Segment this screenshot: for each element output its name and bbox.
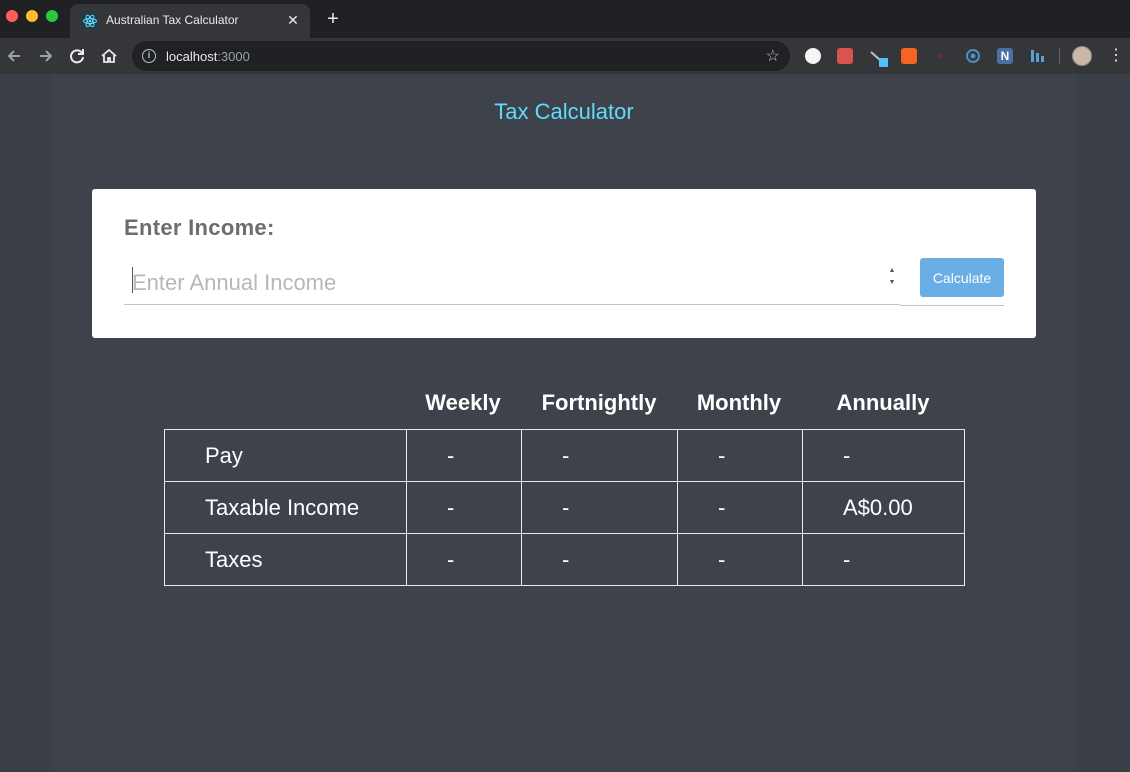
minimize-window-button[interactable] [26,10,38,22]
browser-tabstrip: Australian Tax Calculator ✕ + [0,0,1130,38]
avatar[interactable] [1072,46,1092,66]
forward-button[interactable] [34,45,56,67]
extension-orange-icon[interactable] [901,48,917,64]
table-cell: - [677,429,803,482]
table-cell: A$0.00 [802,481,965,534]
row-label: Pay [164,429,407,482]
maximize-window-button[interactable] [46,10,58,22]
star-icon[interactable]: ☆ [766,46,780,66]
page-title: Tax Calculator [494,99,634,124]
browser-toolbar: i localhost:3000 ☆ N ⋮ [0,38,1130,74]
home-button[interactable] [98,45,120,67]
extension-red-icon[interactable] [837,48,853,64]
table-cell: - [521,429,678,482]
close-icon[interactable]: ✕ [284,11,302,29]
back-button[interactable] [4,45,26,67]
calculate-button[interactable]: Calculate [920,258,1004,297]
reload-button[interactable] [66,45,88,67]
table-row-pay: Pay - - - - [164,429,965,482]
table-cell: - [406,481,522,534]
table-cell: - [677,533,803,586]
table-cell: - [406,429,522,482]
table-row-taxes: Taxes - - - - [164,533,965,586]
table-cell: - [802,429,965,482]
tab-title: Australian Tax Calculator [106,13,239,27]
income-label: Enter Income: [124,215,275,240]
extension-n-icon[interactable]: N [997,48,1013,64]
row-label: Taxes [164,533,407,586]
extension-compass-icon[interactable] [805,48,821,64]
tax-results-table: Pay - - - - Taxable Income - - - A$0.00 … [164,429,965,586]
column-header-fortnightly: Fortnightly [541,390,657,415]
extension-pen-icon[interactable] [869,48,888,67]
table-cell: - [677,481,803,534]
react-icon [82,13,98,29]
table-cell: - [406,533,522,586]
page-viewport: Tax Calculator Enter Income: ▲ ▼ Calcula… [0,74,1130,772]
address-bar[interactable]: i localhost:3000 ☆ [132,41,790,71]
table-cell: - [521,481,678,534]
table-row-taxable-income: Taxable Income - - - A$0.00 [164,481,965,534]
table-cell: - [802,533,965,586]
column-header-monthly: Monthly [696,390,782,415]
kebab-menu-icon[interactable]: ⋮ [1108,44,1124,68]
new-tab-button[interactable]: + [322,8,344,30]
reload-icon [70,49,84,64]
number-stepper[interactable]: ▲ ▼ [885,265,899,291]
stepper-down-icon[interactable]: ▼ [885,277,899,289]
arrow-right-icon [40,50,53,62]
arrow-left-icon [7,50,20,62]
toolbar-separator [1059,48,1060,64]
income-card: Enter Income: ▲ ▼ Calculate [92,189,1036,338]
income-input[interactable] [124,261,900,305]
column-header-weekly: Weekly [425,390,501,415]
url-text: localhost:3000 [166,49,250,64]
extension-dot-icon[interactable] [933,48,949,64]
extension-bars-icon[interactable] [1029,48,1045,64]
info-icon[interactable]: i [142,49,156,63]
app-container: Tax Calculator Enter Income: ▲ ▼ Calcula… [52,74,1076,772]
column-header-annually: Annually [836,390,930,415]
row-label: Taxable Income [164,481,407,534]
stepper-up-icon[interactable]: ▲ [885,265,899,277]
table-cell: - [521,533,678,586]
tab-australian-tax-calculator[interactable]: Australian Tax Calculator ✕ [70,4,310,38]
input-underline [900,305,1004,306]
close-window-button[interactable] [6,10,18,22]
text-caret [132,267,133,293]
extension-circle-icon[interactable] [965,48,981,64]
home-icon [101,48,117,63]
